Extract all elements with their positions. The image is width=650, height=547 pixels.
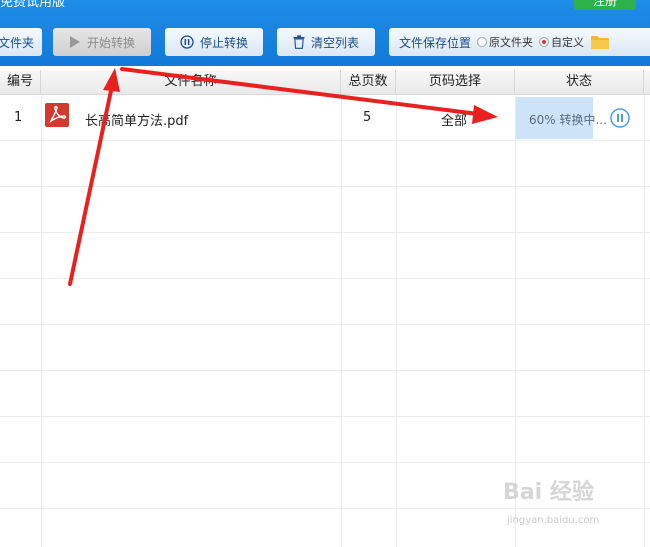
watermark-logo: Bai 经验 <box>503 480 594 505</box>
stop-convert-button[interactable]: 停止转换 <box>165 28 263 56</box>
grid-line <box>396 95 397 547</box>
grid-line <box>0 186 650 187</box>
grid-line <box>0 416 650 417</box>
add-folder-button[interactable]: 文件夹 <box>0 28 42 56</box>
folder-icon[interactable] <box>591 35 610 49</box>
grid-line <box>0 462 650 463</box>
start-convert-label: 开始转换 <box>86 35 135 50</box>
add-folder-label: 文件夹 <box>0 35 34 50</box>
grid-line <box>644 95 645 547</box>
app-title: 免费试用版 <box>0 0 66 10</box>
stop-convert-label: 停止转换 <box>199 35 248 50</box>
row-index: 1 <box>14 110 23 125</box>
grid-line <box>0 508 650 509</box>
table-header: 编号 文件名称 总页数 页码选择 状态 <box>0 70 650 95</box>
row-filename: 长高简单方法.pdf <box>85 114 189 129</box>
annotation-arrowhead-right <box>472 105 498 124</box>
watermark-url: jingyan.baidu.com <box>507 515 600 526</box>
grid-line <box>0 370 650 371</box>
radio-custom-folder[interactable]: 自定义 <box>539 34 584 50</box>
column-header-index[interactable]: 编号 <box>0 70 41 94</box>
play-icon <box>69 36 80 48</box>
grid-line <box>341 95 342 547</box>
column-header-page-range[interactable]: 页码选择 <box>396 70 515 94</box>
clear-list-button[interactable]: 清空列表 <box>277 28 375 56</box>
row-page-range[interactable]: 全部 <box>441 110 467 129</box>
top-toolbar: 免费试用版 注册 文件夹 开始转换 停止转换 清空列表 文件保存位置 原文件夹 … <box>0 0 650 66</box>
column-header-pages[interactable]: 总页数 <box>341 70 396 94</box>
start-convert-button[interactable]: 开始转换 <box>53 28 151 56</box>
save-location-label: 文件保存位置 <box>399 35 472 50</box>
save-location-group: 文件保存位置 原文件夹 自定义 <box>389 28 650 56</box>
radio-custom-dot <box>539 37 550 47</box>
trash-icon <box>293 35 305 49</box>
grid-line <box>0 232 650 233</box>
pdf-file-icon <box>45 103 69 127</box>
register-button[interactable]: 注册 <box>574 0 636 10</box>
clear-list-label: 清空列表 <box>310 35 359 50</box>
column-header-status[interactable]: 状态 <box>515 70 644 94</box>
radio-original-dot <box>477 37 488 47</box>
pause-button-icon[interactable] <box>609 107 631 129</box>
grid-line <box>0 140 650 141</box>
grid-line <box>0 278 650 279</box>
radio-original-folder[interactable]: 原文件夹 <box>477 34 533 50</box>
grid-line <box>0 324 650 325</box>
pause-circle-icon <box>180 35 194 49</box>
grid-line <box>41 95 42 547</box>
row-pages: 5 <box>363 110 372 125</box>
column-header-filename[interactable]: 文件名称 <box>41 70 341 94</box>
row-status: 60% 转换中... <box>529 113 607 127</box>
